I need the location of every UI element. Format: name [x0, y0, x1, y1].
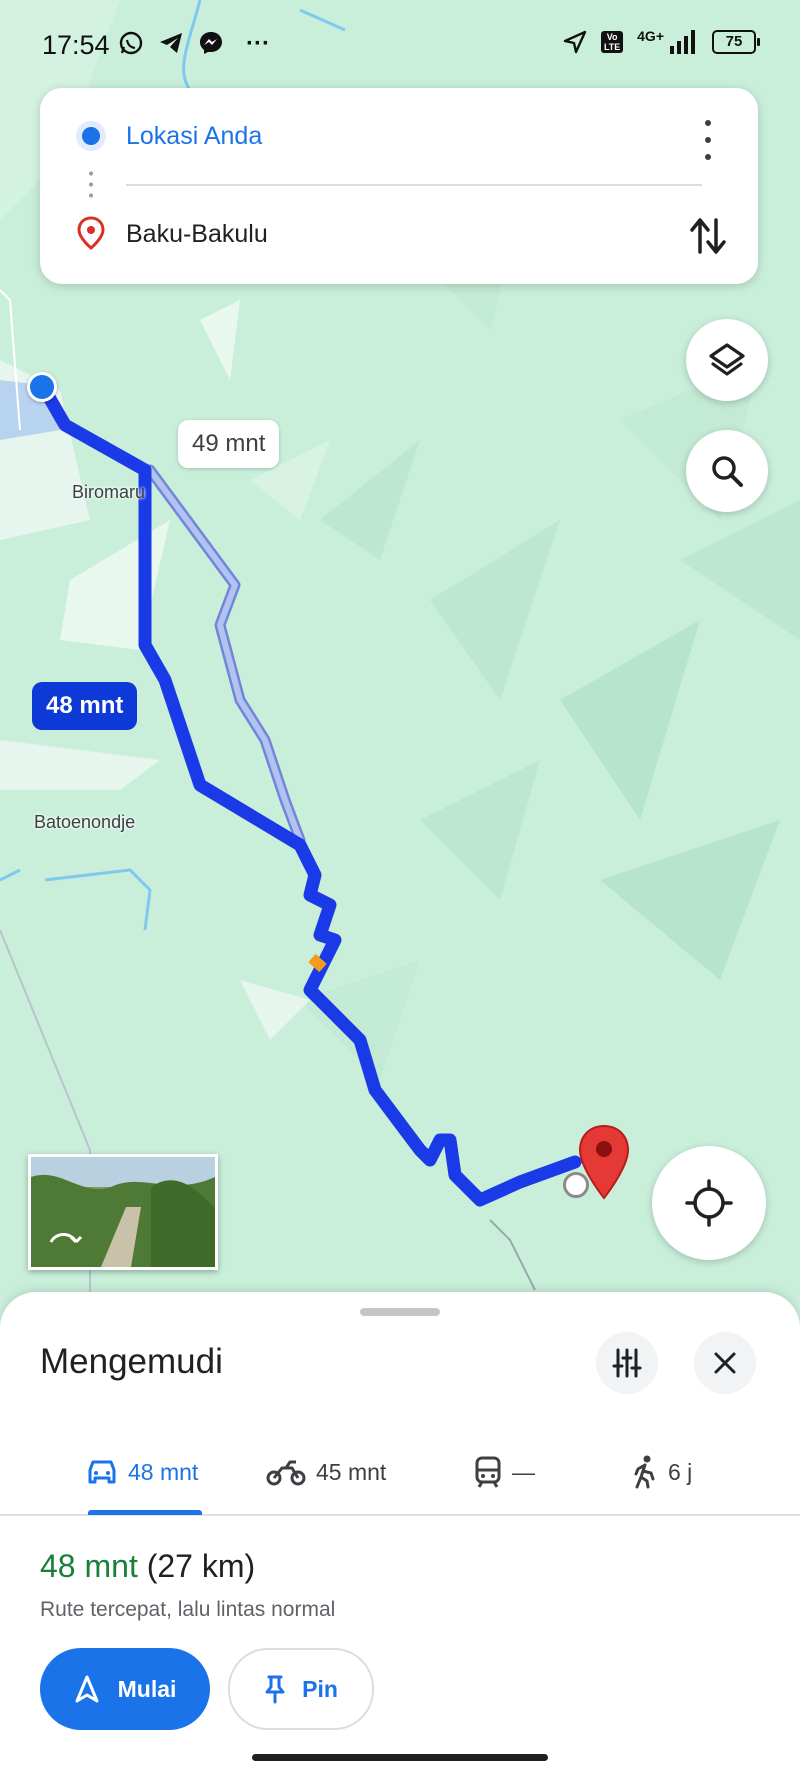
- swap-direction-icon[interactable]: [688, 212, 728, 260]
- travel-mode-tabs: 48 mnt 45 mnt — 6 j: [0, 1432, 800, 1516]
- gesture-home-bar[interactable]: [252, 1754, 548, 1761]
- transit-icon: [475, 1456, 501, 1488]
- search-icon: [712, 456, 743, 487]
- pin-button-label: Pin: [302, 1675, 338, 1702]
- route-summary: 48 mnt (27 km): [40, 1548, 255, 1585]
- car-icon: [88, 1460, 116, 1484]
- crosshair-icon: [685, 1179, 733, 1227]
- origin-dot-icon: [82, 127, 100, 145]
- route-distance: (27 km): [146, 1548, 256, 1584]
- destination-label: Baku-Bakulu: [126, 220, 268, 248]
- directions-bottom-sheet: Mengemudi 48 mnt 45 mnt — 6 j 48 mnt (27…: [0, 1292, 800, 1778]
- whatsapp-icon: [119, 31, 143, 55]
- battery-indicator: 75: [712, 30, 760, 54]
- pin-icon: [265, 1675, 285, 1704]
- telegram-icon: [160, 33, 182, 53]
- search-button[interactable]: [686, 430, 768, 512]
- layers-icon: [709, 343, 745, 376]
- signal-icon: [670, 30, 695, 54]
- walk-icon: [634, 1455, 655, 1489]
- status-bar: 17:54 ··· Vo LTE 4G+ 75: [0, 0, 800, 80]
- active-tab-indicator: [88, 1510, 202, 1515]
- more-notifications-icon: ···: [246, 30, 270, 57]
- location-pin-icon: [77, 216, 105, 250]
- route-duration: 48 mnt: [40, 1548, 138, 1584]
- destination-pin-icon[interactable]: [577, 1124, 631, 1200]
- sheet-title: Mengemudi: [40, 1342, 223, 1381]
- status-time: 17:54: [42, 30, 110, 60]
- directions-card: Lokasi Anda Baku-Bakulu: [40, 88, 758, 284]
- my-location-button[interactable]: [652, 1146, 766, 1260]
- tab-transit-label: —: [512, 1458, 535, 1485]
- close-button[interactable]: [694, 1332, 756, 1394]
- start-button-label: Mulai: [117, 1675, 177, 1702]
- route-description: Rute tercepat, lalu lintas normal: [40, 1598, 336, 1621]
- navigation-arrow-icon: [75, 1675, 99, 1703]
- tab-transit[interactable]: —: [474, 1432, 535, 1512]
- tab-walking-label: 6 j: [668, 1458, 693, 1485]
- place-label-batoenondje: Batoenondje: [34, 812, 136, 832]
- messenger-icon: [200, 32, 222, 54]
- route-options-button[interactable]: [596, 1332, 658, 1394]
- start-navigation-button[interactable]: Mulai: [40, 1648, 210, 1730]
- tab-motorcycle[interactable]: 45 mnt: [266, 1432, 386, 1512]
- main-route-time-label[interactable]: 48 mnt: [32, 682, 138, 730]
- field-divider: [126, 184, 702, 186]
- volte-icon: Vo LTE: [601, 31, 624, 53]
- tab-motorcycle-label: 45 mnt: [316, 1458, 387, 1485]
- location-arrow-icon: [563, 30, 587, 54]
- sliders-icon: [612, 1348, 642, 1378]
- destination-field[interactable]: Baku-Bakulu: [40, 204, 758, 264]
- origin-field[interactable]: Lokasi Anda: [40, 106, 758, 166]
- place-label-biromaru: Biromaru: [72, 482, 146, 502]
- alt-route-time-label[interactable]: 49 mnt: [178, 420, 280, 468]
- more-options-icon[interactable]: [698, 120, 718, 160]
- close-icon: [714, 1352, 736, 1374]
- origin-label: Lokasi Anda: [126, 122, 263, 150]
- tab-driving[interactable]: 48 mnt: [86, 1432, 198, 1512]
- route-dots: [89, 168, 93, 202]
- tab-walking[interactable]: 6 j: [632, 1432, 692, 1512]
- sheet-drag-handle[interactable]: [360, 1308, 440, 1316]
- street-view-thumbnail[interactable]: [28, 1154, 218, 1270]
- network-type: 4G+: [637, 28, 664, 44]
- tab-driving-label: 48 mnt: [128, 1458, 199, 1485]
- layers-button[interactable]: [686, 319, 768, 401]
- pin-button[interactable]: Pin: [228, 1648, 374, 1730]
- current-location-dot: [27, 372, 57, 402]
- motorcycle-icon: [266, 1460, 306, 1486]
